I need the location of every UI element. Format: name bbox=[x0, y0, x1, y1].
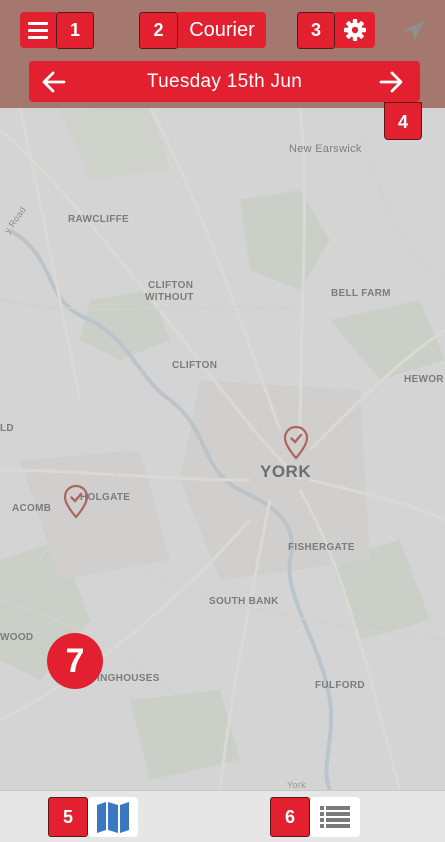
map-label-wood: WOOD bbox=[0, 632, 34, 643]
tutorial-badge-6: 6 bbox=[270, 797, 310, 837]
map-label-dringhouses: INGHOUSES bbox=[97, 673, 160, 684]
map-label-fulford: FULFORD bbox=[315, 680, 365, 691]
map-icon bbox=[97, 802, 129, 833]
header-bar: 1 2 Courier 3 Tuesday 15th Jun bbox=[0, 0, 445, 108]
map-label-new-earswick: New Earswick bbox=[289, 143, 362, 155]
tutorial-badge-5: 5 bbox=[48, 797, 88, 837]
map-label-york-bottom: York bbox=[287, 780, 306, 790]
gear-icon bbox=[344, 19, 366, 41]
map-label-ld: LD bbox=[0, 423, 14, 434]
location-arrow-icon[interactable] bbox=[401, 18, 427, 44]
app-screen: New Earswick RAWCLIFFE CLIFTON WITHOUT B… bbox=[0, 0, 445, 842]
map-label-clifton-without-1: CLIFTON bbox=[148, 280, 194, 291]
settings-button[interactable] bbox=[335, 12, 375, 48]
app-title: Courier bbox=[178, 12, 266, 48]
delivery-marker-holgate-icon[interactable] bbox=[63, 484, 89, 520]
map-label-clifton-without-2: WITHOUT bbox=[145, 292, 194, 303]
map-label-south-bank: SOUTH BANK bbox=[209, 596, 279, 607]
tutorial-badge-1: 1 bbox=[56, 12, 94, 49]
date-label[interactable]: Tuesday 15th Jun bbox=[29, 61, 420, 102]
map-label-bell-farm: BELL FARM bbox=[331, 288, 391, 299]
map-label-york: YORK bbox=[260, 462, 312, 481]
arrow-right-icon[interactable] bbox=[376, 67, 406, 97]
tutorial-badge-7: 7 bbox=[47, 633, 103, 689]
date-navigator: Tuesday 15th Jun bbox=[29, 61, 420, 102]
tutorial-badge-3: 3 bbox=[297, 12, 335, 49]
map-label-heworth: HEWOR bbox=[404, 374, 444, 385]
tutorial-badge-2: 2 bbox=[139, 12, 178, 49]
bottom-nav-bar: 5 6 bbox=[0, 790, 445, 842]
menu-button[interactable] bbox=[20, 12, 56, 48]
map-label-clifton: CLIFTON bbox=[172, 360, 218, 371]
map-view-button[interactable] bbox=[88, 797, 138, 837]
map-label-fishergate: FISHERGATE bbox=[288, 542, 355, 553]
map-label-acomb: ACOMB bbox=[12, 503, 52, 514]
map-label-rawcliffe: RAWCLIFFE bbox=[68, 214, 130, 225]
list-view-button[interactable] bbox=[310, 797, 360, 837]
delivery-marker-york-icon[interactable] bbox=[283, 425, 309, 461]
hamburger-icon bbox=[28, 22, 48, 39]
tutorial-badge-4: 4 bbox=[384, 102, 422, 140]
list-icon bbox=[320, 806, 350, 828]
